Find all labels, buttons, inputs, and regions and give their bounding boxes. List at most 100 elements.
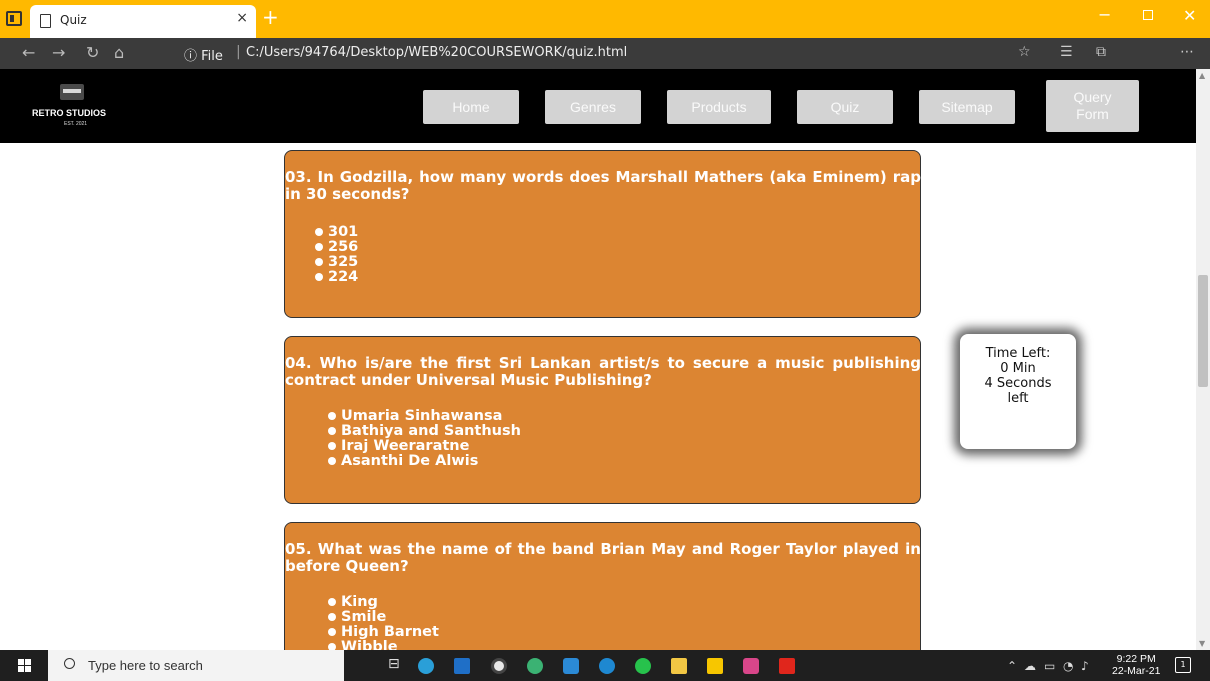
logo-subtitle: EST. 2021 bbox=[64, 121, 88, 127]
option-label: High Barnet bbox=[341, 624, 439, 640]
whatsapp-icon[interactable] bbox=[635, 658, 651, 674]
cassette-logo-icon[interactable] bbox=[60, 84, 84, 100]
favorites-list-icon[interactable]: ☰ bbox=[1060, 44, 1073, 60]
nav-quiz-button[interactable]: Quiz bbox=[797, 90, 893, 124]
radio-icon[interactable] bbox=[315, 258, 323, 266]
battery-icon[interactable]: ▭ bbox=[1044, 659, 1055, 673]
scroll-up-icon[interactable]: ▲ bbox=[1199, 71, 1205, 80]
options-list: King Smile High Barnet Wibble bbox=[328, 595, 439, 650]
option-label: 301 bbox=[328, 224, 359, 240]
vscode-icon[interactable] bbox=[563, 658, 579, 674]
option-item[interactable]: Smile bbox=[328, 610, 439, 625]
nav-sitemap-button[interactable]: Sitemap bbox=[919, 90, 1015, 124]
scroll-thumb[interactable] bbox=[1198, 275, 1208, 387]
question-text: 04. Who is/are the first Sri Lankan arti… bbox=[285, 354, 921, 389]
page-scrollbar[interactable]: ▲ ▼ bbox=[1196, 69, 1210, 650]
nav-genres-button[interactable]: Genres bbox=[545, 90, 641, 124]
radio-icon[interactable] bbox=[328, 412, 336, 420]
close-window-button[interactable]: ✕ bbox=[1183, 6, 1196, 25]
tab-actions-icon[interactable] bbox=[6, 11, 22, 26]
sticky-notes-icon[interactable] bbox=[707, 658, 723, 674]
option-item[interactable]: Asanthi De Alwis bbox=[328, 454, 521, 469]
radio-icon[interactable] bbox=[328, 598, 336, 606]
radio-icon[interactable] bbox=[328, 427, 336, 435]
option-label: Umaria Sinhawansa bbox=[341, 408, 503, 424]
acrobat-icon[interactable] bbox=[779, 658, 795, 674]
media-player-icon[interactable] bbox=[491, 658, 507, 674]
timer-label: Time Left: bbox=[985, 346, 1051, 361]
mail-icon[interactable] bbox=[454, 658, 470, 674]
options-list: Umaria Sinhawansa Bathiya and Santhush I… bbox=[328, 409, 521, 469]
radio-icon[interactable] bbox=[328, 643, 336, 650]
radio-icon[interactable] bbox=[315, 273, 323, 281]
edge-icon[interactable] bbox=[599, 658, 615, 674]
radio-icon[interactable] bbox=[328, 457, 336, 465]
forward-icon[interactable]: → bbox=[52, 43, 65, 62]
new-tab-button[interactable]: + bbox=[262, 6, 279, 28]
option-item[interactable]: 301 bbox=[315, 225, 358, 240]
browser-tab[interactable]: Quiz × bbox=[30, 5, 256, 38]
timer-minutes: 0 Min bbox=[1000, 361, 1036, 376]
question-card: 04. Who is/are the first Sri Lankan arti… bbox=[284, 336, 921, 504]
back-icon[interactable]: ← bbox=[22, 43, 35, 62]
option-label: Asanthi De Alwis bbox=[341, 453, 479, 469]
refresh-icon[interactable]: ↻ bbox=[86, 43, 99, 62]
logo-text: RETRO STUDIOS bbox=[32, 108, 107, 118]
countdown-timer: Time Left: 0 Min 4 Seconds left bbox=[960, 334, 1076, 449]
options-list: 301 256 325 224 bbox=[315, 225, 358, 285]
option-item[interactable]: King bbox=[328, 595, 439, 610]
option-item[interactable]: Wibble bbox=[328, 640, 439, 650]
chevron-up-icon[interactable]: ⌃ bbox=[1007, 659, 1017, 673]
more-icon[interactable]: ⋯ bbox=[1180, 44, 1194, 60]
scroll-down-icon[interactable]: ▼ bbox=[1199, 639, 1205, 648]
option-item[interactable]: Iraj Weeraratne bbox=[328, 439, 521, 454]
option-item[interactable]: Bathiya and Santhush bbox=[328, 424, 521, 439]
nav-products-button[interactable]: Products bbox=[667, 90, 771, 124]
nav-query-form-button[interactable]: Query Form bbox=[1046, 80, 1139, 132]
home-icon[interactable]: ⌂ bbox=[114, 43, 124, 62]
browser-toolbar: ← → ↻ ⌂ ⓘ File | C:/Users/94764/Desktop/… bbox=[0, 38, 1210, 100]
task-view-icon[interactable]: ⊟ bbox=[388, 656, 400, 672]
windows-start-icon[interactable] bbox=[18, 659, 32, 673]
system-clock[interactable]: 9:22 PM 22-Mar-21 bbox=[1112, 653, 1160, 677]
site-info-label[interactable]: ⓘ File bbox=[184, 45, 223, 64]
clock-date: 22-Mar-21 bbox=[1112, 665, 1161, 677]
timer-seconds: 4 Seconds bbox=[984, 376, 1052, 391]
taskbar: Type here to search ⊟ ⌃ ☁ ▭ ◔ ♪ 9:22 PM … bbox=[0, 650, 1210, 681]
option-item[interactable]: High Barnet bbox=[328, 625, 439, 640]
telegram-icon[interactable] bbox=[418, 658, 434, 674]
notification-icon[interactable]: 1 bbox=[1175, 657, 1191, 673]
option-label: Smile bbox=[341, 609, 387, 625]
option-label: King bbox=[341, 594, 378, 610]
site-header: RETRO STUDIOS EST. 2021 Home Genres Prod… bbox=[0, 69, 1196, 143]
wifi-icon[interactable]: ◔ bbox=[1063, 659, 1073, 673]
clock-time: 9:22 PM bbox=[1116, 653, 1156, 665]
file-explorer-icon[interactable] bbox=[671, 658, 687, 674]
radio-icon[interactable] bbox=[328, 442, 336, 450]
search-placeholder[interactable]: Type here to search bbox=[88, 658, 203, 673]
favorite-icon[interactable]: ☆ bbox=[1018, 44, 1031, 60]
onedrive-icon[interactable]: ☁ bbox=[1024, 659, 1036, 673]
option-item[interactable]: 224 bbox=[315, 270, 358, 285]
radio-icon[interactable] bbox=[328, 613, 336, 621]
collections-icon[interactable]: ⧉ bbox=[1096, 44, 1106, 60]
address-input[interactable]: C:/Users/94764/Desktop/WEB%20COURSEWORK/… bbox=[246, 45, 627, 60]
option-item[interactable]: 256 bbox=[315, 240, 358, 255]
option-label: 256 bbox=[328, 239, 359, 255]
nav-home-button[interactable]: Home bbox=[423, 90, 519, 124]
chrome-icon[interactable] bbox=[527, 658, 543, 674]
tab-close-icon[interactable]: × bbox=[236, 10, 248, 26]
minimize-button[interactable]: − bbox=[1098, 5, 1111, 24]
option-item[interactable]: 325 bbox=[315, 255, 358, 270]
question-text: 03. In Godzilla, how many words does Mar… bbox=[285, 168, 921, 203]
radio-icon[interactable] bbox=[315, 243, 323, 251]
maximize-button[interactable] bbox=[1143, 10, 1153, 20]
volume-icon[interactable]: ♪ bbox=[1081, 659, 1089, 673]
option-label: Bathiya and Santhush bbox=[341, 423, 521, 439]
taskbar-search[interactable]: Type here to search bbox=[48, 650, 344, 681]
question-text: 05. What was the name of the band Brian … bbox=[285, 540, 921, 575]
radio-icon[interactable] bbox=[315, 228, 323, 236]
jetbrains-icon[interactable] bbox=[743, 658, 759, 674]
option-item[interactable]: Umaria Sinhawansa bbox=[328, 409, 521, 424]
radio-icon[interactable] bbox=[328, 628, 336, 636]
